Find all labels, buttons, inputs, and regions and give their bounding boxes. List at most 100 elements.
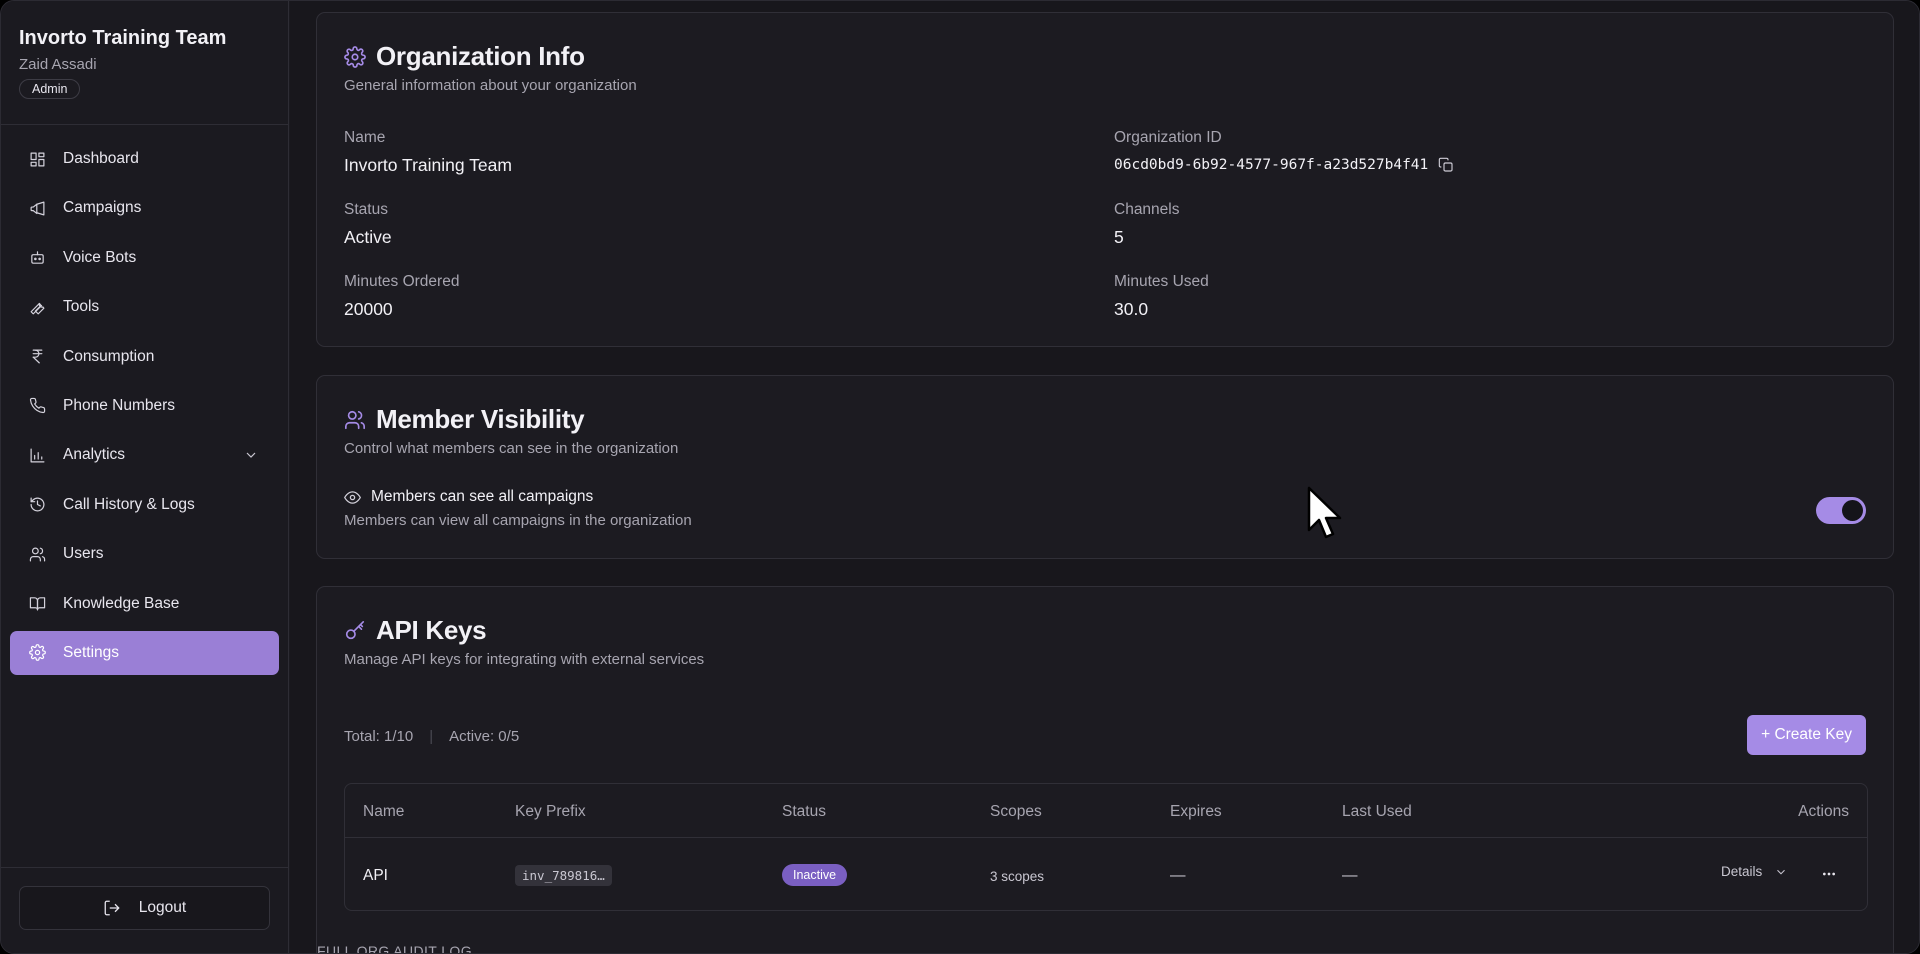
api-keys-card: API Keys Manage API keys for integrating… bbox=[316, 586, 1894, 953]
details-label: Details bbox=[1721, 864, 1763, 879]
sidebar-item-knowledge-base[interactable]: Knowledge Base bbox=[10, 582, 279, 626]
user-name: Zaid Assadi bbox=[19, 56, 97, 73]
sidebar-item-voice-bots[interactable]: Voice Bots bbox=[10, 236, 279, 280]
column-header: Key Prefix bbox=[515, 803, 586, 820]
org-header: Invorto Training Team Zaid Assadi Admin bbox=[1, 1, 288, 125]
sidebar-item-label: Analytics bbox=[63, 446, 126, 464]
sidebar-item-label: Consumption bbox=[63, 347, 155, 365]
field-label: Name bbox=[344, 129, 386, 146]
org-name-field: Name Invorto Training Team bbox=[344, 129, 512, 176]
member-visibility-title: Member Visibility bbox=[376, 404, 585, 434]
logout-button[interactable]: Logout bbox=[19, 886, 270, 930]
column-header: Actions bbox=[1798, 803, 1849, 820]
sidebar-item-dashboard[interactable]: Dashboard bbox=[10, 137, 279, 181]
app-window: Invorto Training Team Zaid Assadi Admin … bbox=[0, 0, 1920, 954]
sidebar-nav: Dashboard Campaigns Voice Bots Tools Con… bbox=[1, 125, 288, 675]
org-info-subtitle: General information about your organizat… bbox=[344, 77, 637, 94]
api-keys-header: API Keys bbox=[344, 615, 487, 646]
gear-icon bbox=[28, 644, 46, 662]
sidebar-item-label: Settings bbox=[63, 643, 120, 661]
active-count: Active: 0/5 bbox=[449, 728, 520, 745]
key-scopes: 3 scopes bbox=[990, 869, 1045, 884]
logout-label: Logout bbox=[138, 899, 187, 916]
sidebar-item-label: Phone Numbers bbox=[63, 396, 176, 414]
more-actions-icon[interactable] bbox=[1817, 864, 1841, 884]
setting-label: Members can see all campaigns bbox=[371, 488, 594, 505]
role-badge: Admin bbox=[19, 79, 81, 99]
member-visibility-card: Member Visibility Control what members c… bbox=[316, 375, 1894, 559]
member-visibility-subtitle: Control what members can see in the orga… bbox=[344, 440, 679, 457]
total-count: Total: 1/10 bbox=[344, 728, 414, 745]
setting-row: Members can see all campaigns bbox=[344, 488, 593, 506]
sidebar-item-label: Campaigns bbox=[63, 199, 142, 217]
field-value: Invorto Training Team bbox=[344, 155, 512, 175]
members-see-campaigns-toggle[interactable] bbox=[1816, 497, 1866, 524]
org-id-value: 06cd0bd9-6b92-4577-967f-a23d527b4f41 bbox=[1114, 157, 1429, 173]
column-header: Last Used bbox=[1342, 803, 1412, 820]
sidebar-item-label: Tools bbox=[63, 298, 100, 316]
sidebar-item-phone-numbers[interactable]: Phone Numbers bbox=[10, 384, 279, 428]
api-keys-table: Name Key Prefix Status Scopes Expires La… bbox=[344, 783, 1868, 911]
field-label: Status bbox=[344, 201, 388, 218]
field-value: 5 bbox=[1114, 227, 1124, 247]
phone-icon bbox=[28, 397, 46, 415]
bar-chart-icon bbox=[28, 446, 46, 464]
chevron-down-icon bbox=[1777, 869, 1786, 874]
field-label: Channels bbox=[1114, 201, 1180, 218]
bot-icon bbox=[28, 249, 46, 267]
key-totals: Total: 1/10 | Active: 0/5 bbox=[344, 728, 519, 745]
key-last-used: — bbox=[1342, 867, 1358, 884]
key-expires: — bbox=[1170, 867, 1186, 884]
org-info-header: Organization Info bbox=[344, 41, 585, 72]
sidebar-item-consumption[interactable]: Consumption bbox=[10, 335, 279, 379]
copy-icon[interactable] bbox=[1438, 157, 1454, 173]
sidebar-item-analytics[interactable]: Analytics bbox=[10, 433, 279, 477]
column-header: Status bbox=[782, 803, 826, 820]
sidebar-item-campaigns[interactable]: Campaigns bbox=[10, 186, 279, 230]
users-icon bbox=[345, 410, 365, 429]
dashboard-icon bbox=[28, 150, 46, 168]
key-name: API bbox=[363, 867, 388, 884]
sidebar: Invorto Training Team Zaid Assadi Admin … bbox=[1, 1, 289, 953]
sidebar-item-label: Dashboard bbox=[63, 150, 139, 167]
key-prefix: inv_789816… bbox=[515, 865, 612, 886]
megaphone-icon bbox=[28, 199, 46, 217]
create-key-button[interactable]: + Create Key bbox=[1747, 715, 1866, 755]
api-keys-title: API Keys bbox=[376, 615, 487, 645]
sidebar-item-label: Voice Bots bbox=[63, 248, 137, 266]
field-label: Minutes Used bbox=[1114, 273, 1209, 290]
divider: | bbox=[429, 728, 434, 745]
sidebar-item-label: Users bbox=[63, 545, 104, 563]
setting-description: Members can view all campaigns in the or… bbox=[344, 512, 692, 529]
field-value: 30.0 bbox=[1114, 299, 1149, 319]
logout-section: Logout bbox=[1, 867, 289, 953]
org-name: Invorto Training Team bbox=[19, 27, 227, 49]
toggle-knob bbox=[1842, 500, 1863, 521]
mouse-cursor-icon bbox=[1307, 486, 1342, 539]
sidebar-item-call-history[interactable]: Call History & Logs bbox=[10, 483, 279, 527]
org-info-title: Organization Info bbox=[376, 41, 585, 71]
chevron-down-icon[interactable] bbox=[243, 447, 259, 463]
api-keys-subtitle: Manage API keys for integrating with ext… bbox=[344, 651, 705, 668]
field-value: 20000 bbox=[344, 299, 393, 319]
column-header: Name bbox=[363, 803, 405, 820]
details-button[interactable]: Details bbox=[1721, 864, 1788, 879]
main-content[interactable]: Organization Info General information ab… bbox=[290, 1, 1919, 953]
member-visibility-header: Member Visibility bbox=[344, 404, 585, 435]
users-icon bbox=[28, 545, 46, 563]
sidebar-item-settings[interactable]: Settings bbox=[10, 630, 279, 675]
minutes-ordered-field: Minutes Ordered 20000 bbox=[344, 273, 459, 320]
wrench-icon bbox=[28, 298, 46, 316]
logout-icon bbox=[104, 900, 120, 916]
status-field: Status Active bbox=[344, 201, 392, 248]
sidebar-item-users[interactable]: Users bbox=[10, 532, 279, 576]
status-badge: Inactive bbox=[782, 864, 848, 886]
field-label: Organization ID bbox=[1114, 129, 1222, 146]
sidebar-item-tools[interactable]: Tools bbox=[10, 285, 279, 329]
key-icon bbox=[345, 620, 365, 639]
field-value: Active bbox=[344, 227, 392, 247]
eye-icon bbox=[344, 490, 361, 504]
book-icon bbox=[28, 595, 46, 613]
history-icon bbox=[28, 496, 46, 514]
column-header: Expires bbox=[1170, 803, 1222, 820]
